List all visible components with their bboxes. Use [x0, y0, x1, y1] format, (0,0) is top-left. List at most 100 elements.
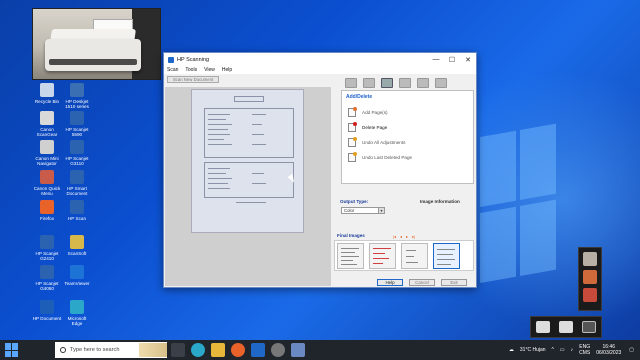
desktop-shortcut-icon: [70, 83, 84, 97]
title-bar[interactable]: HP Scanning — ☐ ✕: [164, 53, 476, 66]
search-placeholder: Type here to search: [70, 347, 120, 353]
maximize-button[interactable]: ☐: [444, 53, 460, 66]
desktop-icon[interactable]: HP Smart Document: [62, 170, 92, 196]
delete-page-icon: [348, 122, 357, 132]
webcam-overlay: [32, 8, 161, 80]
final-image-thumb-selected[interactable]: [433, 243, 460, 269]
desktop-shortcut-icon: [70, 235, 84, 249]
desktop-icon-label: HP Document: [32, 316, 62, 321]
final-image-thumb[interactable]: [369, 243, 396, 269]
menu-view[interactable]: View: [204, 66, 215, 74]
final-image-thumb[interactable]: [401, 243, 428, 269]
rotate-icon[interactable]: [399, 78, 411, 88]
settings-icon[interactable]: [435, 78, 447, 88]
menu-tools[interactable]: Tools: [185, 66, 197, 74]
tray-app-icon[interactable]: [535, 321, 550, 333]
chevron-up-icon[interactable]: ^: [552, 347, 554, 353]
tray-app-icon[interactable]: [582, 321, 597, 333]
windows-start-icon[interactable]: [5, 343, 19, 357]
task-view-icon[interactable]: [171, 343, 185, 357]
crop-icon[interactable]: [381, 78, 393, 88]
panel-heading: Add/Delete: [346, 94, 373, 100]
desktop-icon[interactable]: Recycle Bin: [32, 83, 62, 104]
hp-app-icon[interactable]: [251, 343, 265, 357]
desktop-icon[interactable]: Canon ScanGear: [32, 111, 62, 137]
delete-page-item[interactable]: Delete Page: [348, 122, 387, 132]
desktop-icon-label: HP Scan: [67, 216, 87, 221]
settings-icon[interactable]: [271, 343, 285, 357]
first-image-button[interactable]: |◂: [393, 234, 396, 239]
undo-all-adjustments-item[interactable]: Undo All Adjustments: [348, 137, 405, 147]
desktop-icon[interactable]: HP Scanjet 5590: [62, 111, 92, 137]
desktop-icon[interactable]: HP Scanjet G3110: [62, 140, 92, 166]
desktop-icon[interactable]: HP Deskjet 1510 series: [62, 83, 92, 109]
close-button[interactable]: ✕: [460, 53, 476, 66]
desktop-shortcut-icon: [40, 83, 54, 97]
language-indicator[interactable]: ENG CMS: [579, 344, 590, 356]
app-thumbnail-icon[interactable]: [583, 270, 597, 284]
adjust-icon[interactable]: [417, 78, 429, 88]
desktop-icon[interactable]: Canon Quick Menu: [32, 170, 62, 196]
taskbar: Type here to search ☁ 31°C Hujan ^ ▭ ♪ E…: [0, 340, 640, 360]
desktop-icon[interactable]: Microsoft Edge: [62, 300, 92, 326]
add-page-icon: [348, 107, 357, 117]
menu-scan[interactable]: Scan: [167, 66, 178, 74]
app-thumbnail-icon[interactable]: [583, 252, 597, 266]
desktop-icon-label: Canon ScanGear: [36, 127, 58, 137]
desktop-shortcut-icon: [70, 265, 84, 279]
previous-image-button[interactable]: ◂: [400, 234, 402, 239]
search-box[interactable]: Type here to search: [55, 342, 167, 358]
output-type-label: Output Type:: [340, 199, 369, 204]
search-highlight-image: [139, 343, 167, 357]
page-icon[interactable]: [345, 78, 357, 88]
final-image-thumb[interactable]: [337, 243, 364, 269]
add-pages-item[interactable]: Add Page(s): [348, 107, 388, 117]
desktop-icon[interactable]: TeamViewer: [62, 265, 92, 286]
scan-preview-area[interactable]: [165, 87, 331, 286]
exit-button[interactable]: Exit: [441, 279, 467, 286]
desktop-icon[interactable]: HP Document: [32, 300, 62, 321]
app-icon: [168, 56, 174, 63]
file-explorer-icon[interactable]: [211, 343, 225, 357]
desktop-icon-label: HP Scanjet G2410: [35, 251, 59, 261]
desktop-icon[interactable]: Canon Mini Navigator: [32, 140, 62, 166]
hp-scan-taskbar-icon[interactable]: [291, 343, 305, 357]
desktop-icon-label: HP Deskjet 1510 series: [65, 99, 89, 109]
desktop-icon[interactable]: HP Scanjet G2410: [32, 235, 62, 261]
weather-icon[interactable]: ☁: [509, 347, 514, 353]
minimize-button[interactable]: —: [428, 53, 444, 66]
app-thumbnail-icon[interactable]: [583, 288, 597, 302]
desktop-icon[interactable]: HP Scanjet G4050: [32, 265, 62, 291]
scan-new-document-button[interactable]: Scan New Document: [167, 76, 219, 83]
menu-help[interactable]: Help: [222, 66, 232, 74]
desktop-icon-label: HP Scanjet G4050: [35, 281, 59, 291]
next-image-button[interactable]: ▸: [406, 234, 408, 239]
desktop-icon-label: Microsoft Edge: [67, 316, 87, 326]
desktop-icon[interactable]: Firefox: [32, 200, 62, 221]
undo-last-deleted-page-item[interactable]: Undo Last Deleted Page: [348, 152, 412, 162]
undo-adjustments-icon: [348, 137, 357, 147]
output-type-select[interactable]: Color ▾: [341, 207, 385, 214]
desktop-icon[interactable]: ScanSoft: [62, 235, 92, 256]
notification-icon[interactable]: ▢: [629, 347, 634, 353]
desktop-icon[interactable]: HP Scan: [62, 200, 92, 221]
chevron-down-icon: ▾: [378, 208, 384, 213]
add-delete-icon[interactable]: [363, 78, 375, 88]
volume-icon[interactable]: ♪: [571, 347, 574, 353]
edge-icon[interactable]: [191, 343, 205, 357]
desktop-icon-label: Canon Quick Menu: [33, 186, 61, 196]
clock[interactable]: 16:46 06/03/2023: [596, 344, 621, 356]
firefox-icon[interactable]: [231, 343, 245, 357]
image-nav-arrows: |◂ ◂ ▸ ▸|: [393, 234, 419, 239]
desktop-shortcut-icon: [40, 170, 54, 184]
last-image-button[interactable]: ▸|: [412, 234, 415, 239]
cancel-button[interactable]: Cancel: [409, 279, 435, 286]
help-button[interactable]: Help: [377, 279, 403, 286]
tray-app-icon[interactable]: [558, 321, 573, 333]
desktop-icon-label: HP Smart Document: [66, 186, 88, 196]
desktop-icon-label: Canon Mini Navigator: [35, 156, 59, 166]
weather-text[interactable]: 31°C Hujan: [520, 347, 546, 353]
windows-logo-wallpaper: [480, 123, 560, 297]
network-icon[interactable]: ▭: [560, 347, 565, 353]
desktop-shortcut-icon: [40, 140, 54, 154]
